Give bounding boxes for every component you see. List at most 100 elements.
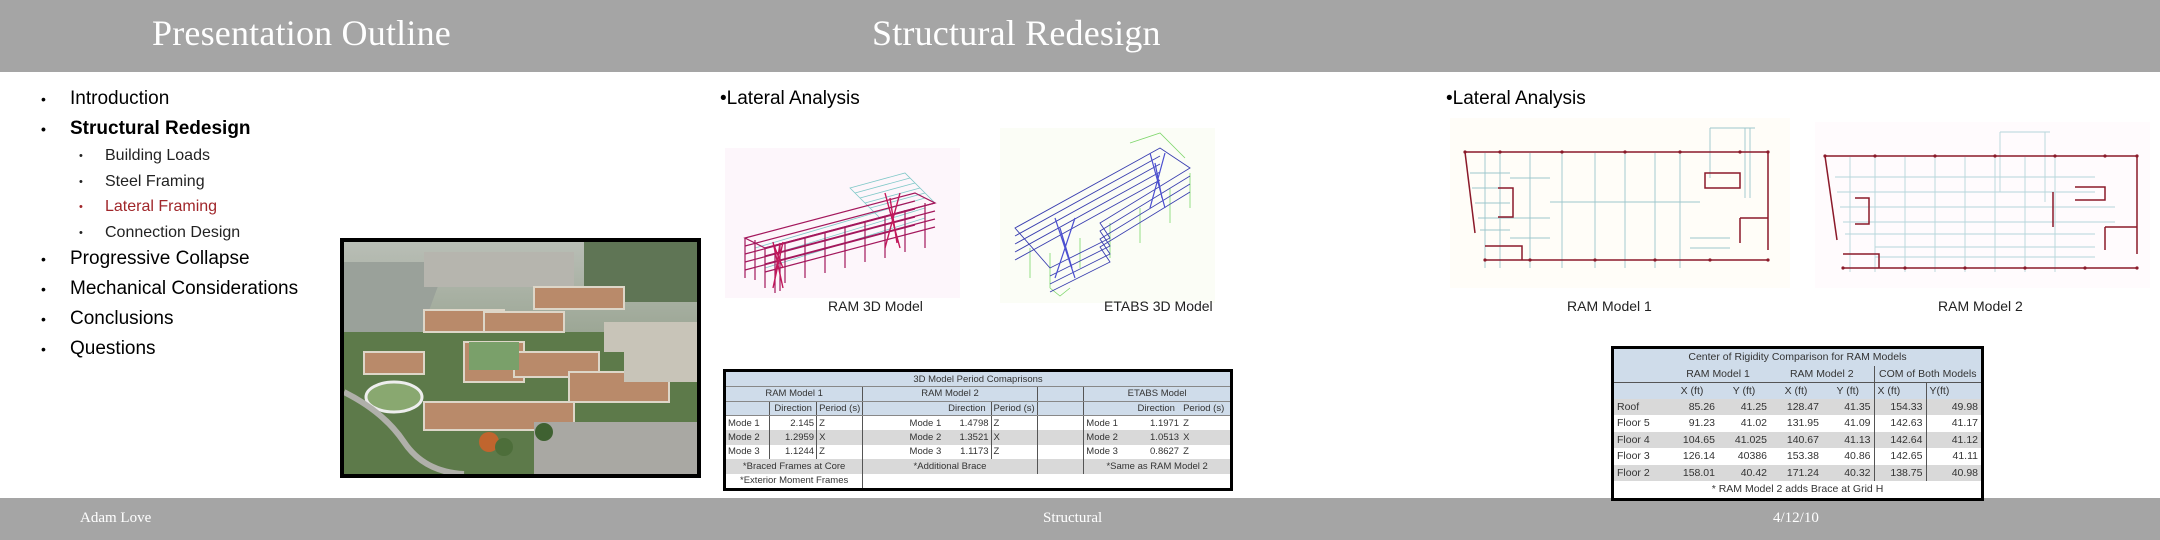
col-direction: Direction: [1131, 401, 1182, 416]
cell-value: 41.17: [1925, 415, 1981, 432]
cell-value: 153.38: [1786, 450, 1819, 463]
cell-value: 171.24: [1770, 464, 1822, 481]
spacer-cell: [1036, 415, 1084, 430]
cell-value: 49.98: [1925, 398, 1981, 415]
cell-value: 140.67: [1770, 431, 1822, 448]
col-direction: Direction: [769, 401, 817, 416]
spacer-cell: [1036, 386, 1084, 402]
rigidity-table-title: Center of Rigidity Comparison for RAM Mo…: [1614, 349, 1981, 366]
mode-label: Mode 2: [1083, 430, 1132, 445]
etabs-value: 0.8627: [1150, 446, 1180, 458]
rigidity-note: * RAM Model 2 adds Brace at Grid H: [1711, 483, 1884, 496]
spacer-cell: [1036, 444, 1084, 459]
bullet-icon: •: [79, 201, 83, 213]
etabs-3d-model-image: [1000, 128, 1215, 303]
table-notes-row: *Exterior Moment Frames: [726, 473, 1230, 488]
cell-value: 126.14: [1682, 450, 1715, 463]
col-y: Y(ft): [1925, 381, 1981, 399]
group-ram-model-1: RAM Model 1: [726, 386, 863, 402]
outline-item-progressive-collapse[interactable]: • Progressive Collapse: [41, 248, 250, 270]
note-ram1-moment: *Exterior Moment Frames: [740, 475, 849, 487]
table-row: Mode 2 1.2959 X Mode 2 1.3521 X Mode 2 1…: [726, 430, 1230, 445]
caption-ram-model-2: RAM Model 2: [1938, 298, 2023, 314]
level-label: Floor 3: [1617, 450, 1650, 463]
bullet-icon: •: [41, 121, 46, 137]
slide-title-structural-redesign: Structural Redesign: [872, 13, 1161, 53]
mode-label: Mode 3: [1083, 444, 1132, 459]
level-label: Floor 2: [1614, 464, 1666, 481]
empty-header: [726, 401, 770, 416]
table-note-row: * RAM Model 2 adds Brace at Grid H: [1614, 481, 1981, 498]
outline-item-conclusions[interactable]: • Conclusions: [41, 308, 174, 330]
empty-header: [1614, 365, 1666, 382]
col-x: X (ft): [1873, 381, 1926, 399]
cell-value: 41.35: [1822, 398, 1874, 415]
bullet-icon: •: [79, 150, 83, 162]
ram1-value: 2.145: [769, 415, 817, 430]
ram-model-2-plan-image: [1815, 122, 2150, 288]
cell-value: 40386: [1737, 450, 1767, 463]
ram2-dir: Z: [990, 444, 1038, 459]
bullet-icon: •: [41, 341, 46, 357]
ram2-dir: Z: [990, 415, 1038, 430]
outline-label: Lateral Framing: [105, 198, 218, 215]
spacer-cell: [1036, 459, 1084, 474]
bullet-icon: •: [79, 176, 83, 188]
cell-value: 128.47: [1770, 398, 1822, 415]
col-y: Y (ft): [1718, 381, 1770, 399]
outline-item-lateral-framing[interactable]: • Lateral Framing: [79, 198, 218, 216]
mode-label: Mode 1: [1083, 415, 1132, 430]
table-notes-row: *Braced Frames at Core *Additional Brace…: [726, 459, 1230, 474]
footer-date: 4/12/10: [1773, 510, 1819, 526]
cell-value: 142.64: [1873, 431, 1926, 448]
outline-item-questions[interactable]: • Questions: [41, 338, 156, 360]
outline-label: Connection Design: [105, 224, 241, 241]
col-x: X (ft): [1666, 381, 1718, 399]
bullet-icon: •: [79, 227, 83, 239]
cell-value: 158.01: [1666, 464, 1718, 481]
cell-value: 142.63: [1873, 415, 1926, 432]
col-direction: Direction: [943, 401, 992, 416]
ram1-dir: Z: [816, 444, 863, 459]
outline-item-steel-framing[interactable]: • Steel Framing: [79, 173, 205, 191]
cell-value: 142.65: [1873, 448, 1926, 465]
ram1-dir: Z: [816, 415, 863, 430]
ram2-value: 1.3521: [943, 430, 992, 445]
level-label: Floor 4: [1614, 431, 1666, 448]
level-label: Floor 5: [1617, 417, 1650, 430]
cell-value: 41.13: [1822, 431, 1874, 448]
outline-item-building-loads[interactable]: • Building Loads: [79, 147, 210, 165]
ram2-dir: X: [990, 430, 1038, 445]
ram-model-1-plan-drawing: [1463, 127, 1770, 268]
outline-item-mechanical-considerations[interactable]: • Mechanical Considerations: [41, 278, 299, 300]
empty-header: [1036, 401, 1084, 416]
outline-item-introduction[interactable]: • Introduction: [41, 88, 170, 110]
outline-label: Conclusions: [70, 308, 174, 329]
mode-label: Mode 2: [862, 430, 944, 445]
ram-model-2-plan-drawing: [1823, 131, 2139, 272]
lateral-analysis-heading-1: •Lateral Analysis: [720, 88, 860, 109]
note-ram1-braced: *Braced Frames at Core: [726, 459, 863, 474]
etabs-value: 1.0513: [1131, 430, 1182, 445]
outline-item-structural-redesign[interactable]: • Structural Redesign: [41, 118, 251, 140]
outline-label: Introduction: [70, 88, 170, 109]
caption-etabs-3d-model: ETABS 3D Model: [1104, 298, 1213, 314]
bullet-icon: •: [41, 91, 46, 107]
table-row: Floor 2 158.01 40.42 171.24 40.32 138.75…: [1614, 464, 1981, 481]
cell-value: 41.09: [1844, 417, 1871, 430]
cell-value: 40.42: [1718, 464, 1770, 481]
outline-item-connection-design[interactable]: • Connection Design: [79, 224, 241, 242]
ram1-value: 1.1244: [769, 444, 817, 459]
col-y: Y (ft): [1822, 381, 1874, 399]
col-period: Period (s): [990, 401, 1038, 416]
outline-label: Mechanical Considerations: [70, 278, 299, 299]
note-etabs: *Same as RAM Model 2: [1083, 459, 1230, 474]
lateral-analysis-heading-2: •Lateral Analysis: [1446, 88, 1586, 109]
group-ram-model-2: RAM Model 2: [1770, 365, 1874, 382]
outline-label: Progressive Collapse: [70, 248, 250, 269]
caption-ram-3d-model: RAM 3D Model: [828, 298, 923, 314]
footer-section: Structural: [1043, 510, 1103, 526]
aerial-campus-photo: [340, 238, 701, 478]
ram-model-1-plan-image: [1450, 118, 1790, 288]
etabs-3d-frame-drawing: [1014, 132, 1191, 297]
